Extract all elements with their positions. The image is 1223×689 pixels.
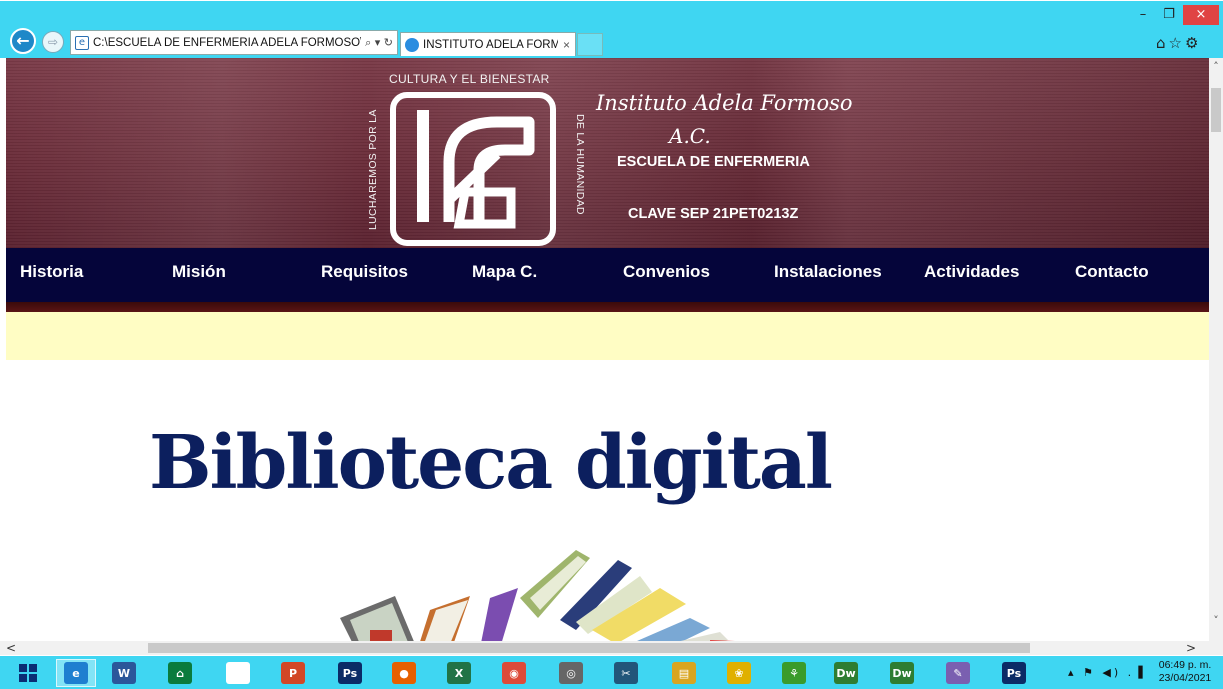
forward-button[interactable]: ⇨ — [42, 31, 64, 53]
scroll-up-icon[interactable]: ˄ — [1209, 60, 1223, 73]
close-window-button[interactable]: × — [1183, 5, 1219, 25]
hero-title: Biblioteca digital — [149, 420, 833, 506]
menu-item-contacto[interactable]: Contacto — [1075, 262, 1149, 282]
notice-strip — [6, 312, 1209, 360]
main-menu: Historia Misión Requisitos Mapa C. Conve… — [6, 248, 1209, 302]
vertical-scroll-thumb[interactable] — [1211, 88, 1221, 132]
photoshop-glyph: Ps — [338, 662, 362, 684]
menu-border — [6, 302, 1209, 312]
taskbar-chrome-icon[interactable]: ◉ — [500, 659, 528, 687]
taskbar-explorer-icon[interactable]: ▤ — [670, 659, 698, 687]
chrome-glyph: ◉ — [502, 662, 526, 684]
menu-item-actividades[interactable]: Actividades — [924, 262, 1019, 282]
ie-page-icon: e — [75, 35, 89, 50]
ie-tab-icon — [405, 37, 419, 52]
home-favorites-settings-icons[interactable]: ⌂☆⚙ — [1156, 34, 1201, 52]
paw-app-glyph: ❀ — [727, 662, 751, 684]
taskbar-snipping-icon[interactable]: ✂ — [612, 659, 640, 687]
taskbar-photoshop-2-icon[interactable]: Ps — [1000, 659, 1028, 687]
taskbar-powerpoint-icon[interactable]: P — [279, 659, 307, 687]
word-glyph: W — [112, 662, 136, 684]
page-viewport: CULTURA Y EL BIENESTAR LUCHAREMOS POR LA… — [0, 58, 1223, 655]
taskbar-dvd-icon[interactable]: ◎ — [557, 659, 585, 687]
internet-explorer-glyph: e — [64, 662, 88, 684]
clock-date: 23/04/2021 — [1158, 672, 1212, 684]
menu-item-instalaciones[interactable]: Instalaciones — [774, 262, 882, 282]
new-tab-button[interactable] — [577, 33, 603, 56]
dreamweaver-1-glyph: Dw — [834, 662, 858, 684]
address-bar[interactable]: e C:\ESCUELA DE ENFERMERIA ADELA FORMOSO… — [70, 30, 398, 55]
taskbar-paw-app-icon[interactable]: ❀ — [725, 659, 753, 687]
tab-close-icon[interactable]: × — [558, 38, 575, 52]
taskbar: e W ⌂ P Ps ● X ◉ ◎ ✂ ▤ ❀ ⚘ Dw Dw ✎ Ps ▴ ⚑ ◀) .▐ 06:49 p.… — [0, 656, 1223, 689]
taskbar-plant-app-icon[interactable]: ⚘ — [780, 659, 808, 687]
taskbar-paint-icon[interactable]: ✎ — [944, 659, 972, 687]
menu-item-mapa[interactable]: Mapa C. — [472, 262, 537, 282]
menu-item-convenios[interactable]: Convenios — [623, 262, 710, 282]
back-button[interactable]: ← — [10, 28, 36, 54]
windows-logo-icon — [19, 664, 37, 682]
photoshop-2-glyph: Ps — [1002, 662, 1026, 684]
header-banner: CULTURA Y EL BIENESTAR LUCHAREMOS POR LA… — [6, 58, 1209, 248]
horizontal-scroll-thumb[interactable] — [148, 643, 1030, 653]
horizontal-scrollbar[interactable]: < > — [0, 641, 1209, 655]
snipping-glyph: ✂ — [614, 662, 638, 684]
restore-button[interactable]: ❐ — [1156, 5, 1182, 25]
system-tray-icons[interactable]: ▴ ⚑ ◀) .▐ — [1068, 666, 1146, 679]
store-glyph: ⌂ — [168, 662, 192, 684]
url-text: C:\ESCUELA DE ENFERMERIA ADELA FORMOSO\B… — [93, 36, 361, 49]
taskbar-dreamweaver-2-icon[interactable]: Dw — [888, 659, 916, 687]
institute-name: Instituto Adela Formoso — [596, 91, 853, 115]
plant-app-glyph: ⚘ — [782, 662, 806, 684]
browser-chrome: ← ⇨ e C:\ESCUELA DE ENFERMERIA ADELA FOR… — [0, 0, 1223, 58]
powerpoint-glyph: P — [281, 662, 305, 684]
school-name: ESCUELA DE ENFERMERIA — [617, 154, 810, 170]
taskbar-dreamweaver-1-icon[interactable]: Dw — [832, 659, 860, 687]
taskbar-file-icon[interactable] — [224, 659, 252, 687]
excel-glyph: X — [447, 662, 471, 684]
iaf-logo — [390, 92, 556, 246]
taskbar-internet-explorer-icon[interactable]: e — [56, 659, 96, 687]
taskbar-excel-icon[interactable]: X — [445, 659, 473, 687]
dreamweaver-2-glyph: Dw — [890, 662, 914, 684]
firefox-glyph: ● — [392, 662, 416, 684]
taskbar-photoshop-icon[interactable]: Ps — [336, 659, 364, 687]
tab-active[interactable]: INSTITUTO ADELA FORMO... × — [400, 32, 576, 56]
taskbar-store-icon[interactable]: ⌂ — [166, 659, 194, 687]
file-glyph — [226, 662, 250, 684]
clock[interactable]: 06:49 p. m. 23/04/2021 — [1150, 659, 1220, 685]
start-button[interactable] — [14, 659, 42, 687]
clave-sep: CLAVE SEP 21PET0213Z — [628, 206, 799, 222]
taskbar-word-icon[interactable]: W — [110, 659, 138, 687]
dvd-glyph: ◎ — [559, 662, 583, 684]
address-tools-icons[interactable]: ⌕ ▾ ↻ — [361, 36, 397, 50]
menu-item-requisitos[interactable]: Requisitos — [321, 262, 408, 282]
menu-item-mision[interactable]: Misión — [172, 262, 226, 282]
paint-glyph: ✎ — [946, 662, 970, 684]
books-illustration — [340, 550, 760, 655]
tab-title: INSTITUTO ADELA FORMO... — [423, 38, 558, 51]
scroll-right-icon[interactable]: > — [1186, 641, 1196, 655]
minimize-button[interactable]: – — [1130, 5, 1156, 25]
taskbar-firefox-icon[interactable]: ● — [390, 659, 418, 687]
institute-suffix: A.C. — [669, 124, 711, 148]
motto-top: CULTURA Y EL BIENESTAR — [389, 72, 550, 86]
scroll-left-icon[interactable]: < — [6, 641, 16, 655]
scroll-down-icon[interactable]: ˅ — [1209, 614, 1223, 627]
menu-item-historia[interactable]: Historia — [20, 262, 83, 282]
clock-time: 06:49 p. m. — [1158, 659, 1212, 671]
vertical-scrollbar[interactable]: ˄ ˅ — [1209, 58, 1223, 655]
explorer-glyph: ▤ — [672, 662, 696, 684]
motto-right: DE LA HUMANIDAD — [574, 114, 586, 215]
